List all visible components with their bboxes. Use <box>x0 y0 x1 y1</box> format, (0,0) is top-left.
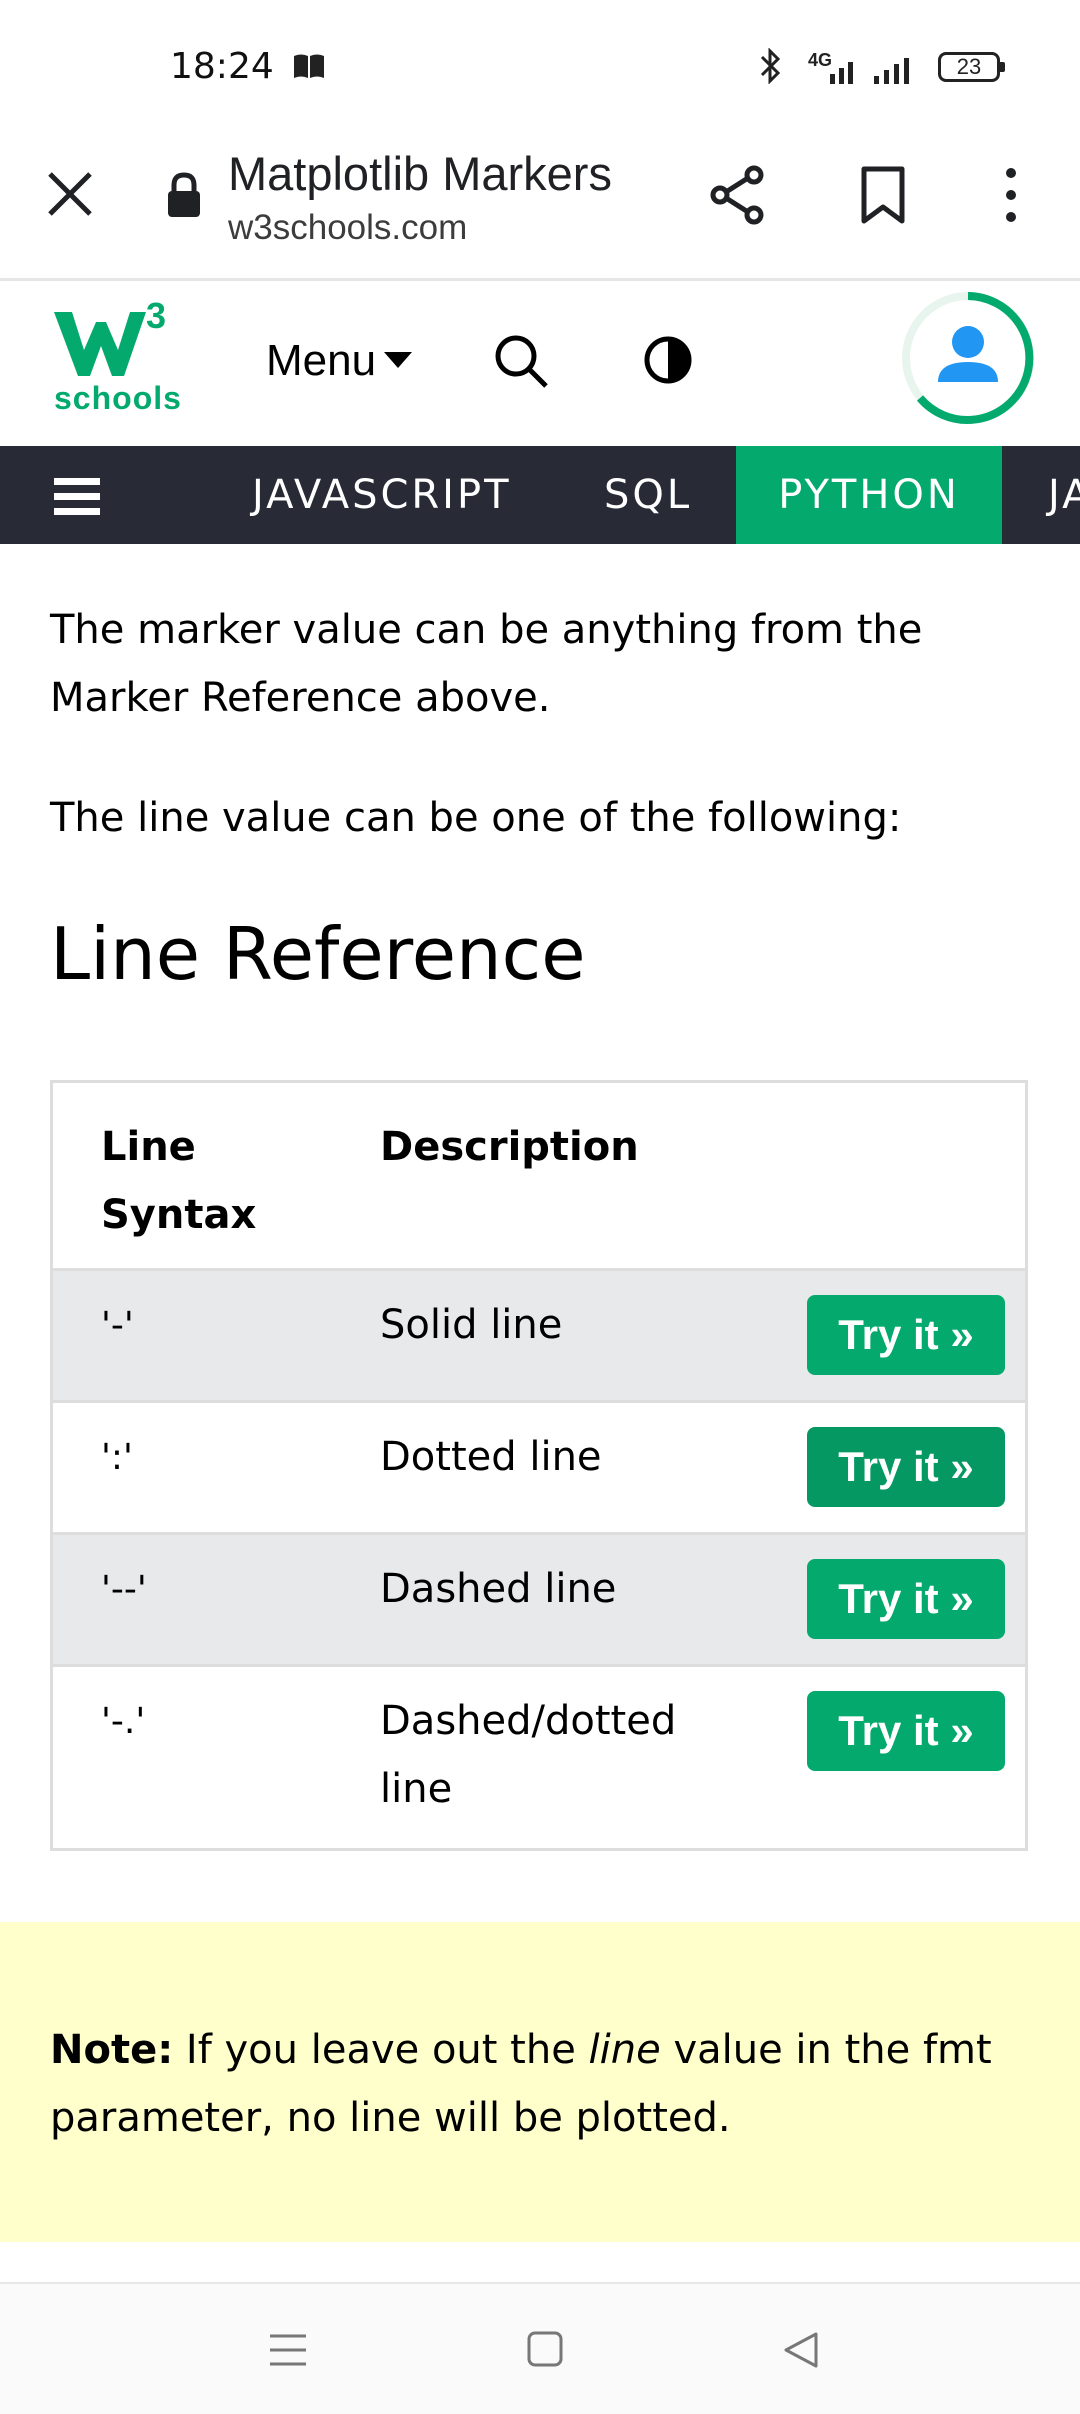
try-it-button[interactable]: Try it » <box>807 1559 1005 1639</box>
close-icon[interactable] <box>44 168 96 220</box>
row-syntax: '--' <box>101 1569 147 1610</box>
row-description: Solid line <box>380 1302 563 1348</box>
table-row: ':' Dotted line Try it » <box>53 1400 1025 1532</box>
row-description: Dotted line <box>380 1434 602 1480</box>
paragraph-marker-line1: The marker value can be anything from th… <box>50 607 923 653</box>
signal-icon <box>830 58 909 84</box>
header-description: Description <box>380 1124 639 1170</box>
menu-label: Menu <box>266 336 377 385</box>
row-description-cont: line <box>380 1766 453 1812</box>
system-navigation-bar <box>0 2282 1080 2414</box>
header-syntax-line2: Syntax <box>101 1192 257 1238</box>
line-reference-table: Line Syntax Description '-' Solid line T… <box>50 1080 1028 1851</box>
header-syntax-line1: Line <box>101 1124 196 1170</box>
more-options-icon[interactable] <box>996 165 1026 225</box>
try-it-button[interactable]: Try it » <box>807 1691 1005 1771</box>
note-text-after: value in the fmt <box>660 2027 992 2073</box>
nav-item-javascript[interactable]: JAVASCRIPT <box>252 446 512 544</box>
note-line2: parameter, no line will be plotted. <box>50 2095 731 2141</box>
paragraph-line-values: The line value can be one of the followi… <box>50 795 902 841</box>
share-icon[interactable] <box>708 165 768 225</box>
battery-indicator: 23 <box>938 52 1005 82</box>
contrast-toggle-icon[interactable] <box>642 334 694 386</box>
caret-down-icon <box>384 352 413 368</box>
bluetooth-icon <box>760 48 781 84</box>
status-bar: 18:24 4G 23 <box>0 0 1080 135</box>
table-row: '-' Solid line Try it » <box>53 1268 1025 1400</box>
nav-item-python[interactable]: PYTHON <box>736 446 1002 544</box>
page-title: Matplotlib Markers <box>228 147 612 200</box>
nav-item-java[interactable]: JA <box>1048 446 1080 544</box>
table-row: '-.' Dashed/dotted line Try it » <box>53 1664 1025 1848</box>
back-icon[interactable] <box>782 2330 820 2370</box>
page-domain: w3schools.com <box>228 208 468 247</box>
row-syntax: '-.' <box>101 1701 146 1742</box>
row-description: Dashed line <box>380 1566 617 1612</box>
section-heading: Line Reference <box>50 912 586 996</box>
row-description: Dashed/dotted <box>380 1698 677 1744</box>
paragraph-marker-line2: Marker Reference above. <box>50 675 551 721</box>
try-it-button[interactable]: Try it » <box>807 1295 1005 1375</box>
nav-item-sql[interactable]: SQL <box>604 446 692 544</box>
table-row: '--' Dashed line Try it » <box>53 1532 1025 1664</box>
note-label: Note: <box>50 2027 174 2073</box>
search-icon[interactable] <box>492 332 552 392</box>
bookmark-icon[interactable] <box>858 165 908 225</box>
svg-text:3: 3 <box>146 298 166 336</box>
user-avatar[interactable] <box>900 290 1036 426</box>
reader-icon <box>294 54 324 78</box>
status-time: 18:24 <box>170 46 274 87</box>
topic-navbar: JAVASCRIPT SQL PYTHON JA <box>0 446 1080 544</box>
recent-apps-icon[interactable] <box>268 2332 308 2368</box>
lock-icon <box>168 172 200 217</box>
note-text-before: If you leave out the <box>173 2027 589 2073</box>
note-text-italic: line <box>588 2027 661 2073</box>
logo-text: schools <box>54 380 182 416</box>
row-syntax: ':' <box>101 1437 133 1478</box>
home-icon[interactable] <box>526 2330 564 2368</box>
note-text: Note: If you leave out the line value in… <box>50 2016 1040 2152</box>
try-it-button[interactable]: Try it » <box>807 1427 1005 1507</box>
menu-button[interactable]: Menu <box>266 336 413 386</box>
hamburger-menu-icon[interactable] <box>54 476 100 516</box>
row-syntax: '-' <box>101 1305 134 1346</box>
table-header-row: Line Syntax Description <box>53 1083 1025 1268</box>
